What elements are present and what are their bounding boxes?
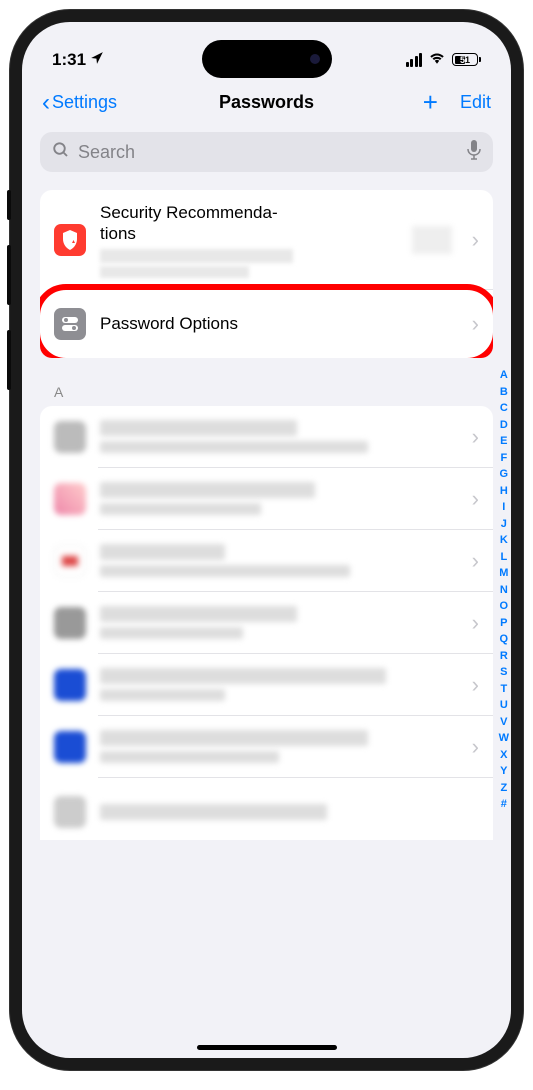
section-header-a: A xyxy=(40,384,493,406)
signal-icon xyxy=(406,53,423,67)
alpha-index-letter[interactable]: T xyxy=(499,681,509,698)
blurred-subtitle xyxy=(100,266,249,278)
shield-alert-icon xyxy=(54,224,86,256)
navigation-bar: ‹ Settings Passwords + Edit xyxy=(22,77,511,132)
alpha-index-letter[interactable]: # xyxy=(499,796,509,813)
alpha-index-letter[interactable]: S xyxy=(499,664,509,681)
alpha-index-letter[interactable]: X xyxy=(499,747,509,764)
page-title: Passwords xyxy=(219,92,314,113)
alpha-index-letter[interactable]: R xyxy=(499,648,509,665)
phone-frame: 1:31 51 xyxy=(10,10,523,1070)
chevron-left-icon: ‹ xyxy=(42,89,50,117)
location-icon xyxy=(90,50,104,70)
battery-icon: 51 xyxy=(452,53,481,66)
alpha-index-letter[interactable]: U xyxy=(499,697,509,714)
chevron-right-icon: › xyxy=(472,424,479,450)
alpha-index-letter[interactable]: W xyxy=(499,730,509,747)
blurred-subtitle xyxy=(100,249,293,263)
alpha-index-letter[interactable]: Z xyxy=(499,780,509,797)
edit-button[interactable]: Edit xyxy=(460,92,491,113)
alpha-index-letter[interactable]: A xyxy=(499,367,509,384)
alpha-index-letter[interactable]: G xyxy=(499,466,509,483)
alphabet-index[interactable]: ABCDEFGHIJKLMNOPQRSTUVWXYZ# xyxy=(499,367,509,813)
search-placeholder: Search xyxy=(78,142,459,163)
screen: 1:31 51 xyxy=(22,22,511,1058)
toggles-icon xyxy=(54,308,86,340)
search-icon xyxy=(52,141,70,164)
chevron-right-icon: › xyxy=(472,672,479,698)
alpha-index-letter[interactable]: K xyxy=(499,532,509,549)
password-options-row[interactable]: Password Options › xyxy=(40,290,493,358)
chevron-right-icon: › xyxy=(472,227,479,253)
search-input[interactable]: Search xyxy=(40,132,493,172)
alpha-index-letter[interactable]: N xyxy=(499,582,509,599)
alpha-index-letter[interactable]: V xyxy=(499,714,509,731)
alpha-index-letter[interactable]: L xyxy=(499,549,509,566)
dynamic-island xyxy=(202,40,332,78)
list-item[interactable] xyxy=(40,778,493,840)
alpha-index-letter[interactable]: H xyxy=(499,483,509,500)
chevron-right-icon: › xyxy=(472,486,479,512)
alpha-index-letter[interactable]: C xyxy=(499,400,509,417)
back-label: Settings xyxy=(52,92,117,113)
add-button[interactable]: + xyxy=(423,87,438,118)
password-options-label: Password Options xyxy=(100,313,458,334)
alpha-index-letter[interactable]: B xyxy=(499,384,509,401)
chevron-right-icon: › xyxy=(472,548,479,574)
alpha-index-letter[interactable]: Q xyxy=(499,631,509,648)
alpha-index-letter[interactable]: M xyxy=(499,565,509,582)
blurred-badge xyxy=(412,226,452,254)
chevron-right-icon: › xyxy=(472,734,479,760)
alpha-index-letter[interactable]: Y xyxy=(499,763,509,780)
clock: 1:31 xyxy=(52,50,86,70)
alpha-index-letter[interactable]: D xyxy=(499,417,509,434)
microphone-icon[interactable] xyxy=(467,140,481,165)
wifi-icon xyxy=(428,50,446,69)
alpha-index-letter[interactable]: P xyxy=(499,615,509,632)
security-recommendations-label: Security Recommenda- tions xyxy=(100,202,398,245)
alpha-index-letter[interactable]: J xyxy=(499,516,509,533)
security-recommendations-row[interactable]: Security Recommenda- tions › xyxy=(40,190,493,290)
list-item[interactable]: › xyxy=(40,654,493,716)
list-item[interactable]: › xyxy=(40,530,493,592)
alpha-index-letter[interactable]: I xyxy=(499,499,509,516)
password-list: › › › › xyxy=(40,406,493,840)
settings-card: Security Recommenda- tions › Passwo xyxy=(40,190,493,358)
list-item[interactable]: › xyxy=(40,468,493,530)
home-indicator[interactable] xyxy=(197,1045,337,1050)
alpha-index-letter[interactable]: F xyxy=(499,450,509,467)
alpha-index-letter[interactable]: O xyxy=(499,598,509,615)
alpha-index-letter[interactable]: E xyxy=(499,433,509,450)
list-item[interactable]: › xyxy=(40,592,493,654)
back-button[interactable]: ‹ Settings xyxy=(42,89,117,117)
list-item[interactable]: › xyxy=(40,406,493,468)
list-item[interactable]: › xyxy=(40,716,493,778)
chevron-right-icon: › xyxy=(472,311,479,337)
chevron-right-icon: › xyxy=(472,610,479,636)
